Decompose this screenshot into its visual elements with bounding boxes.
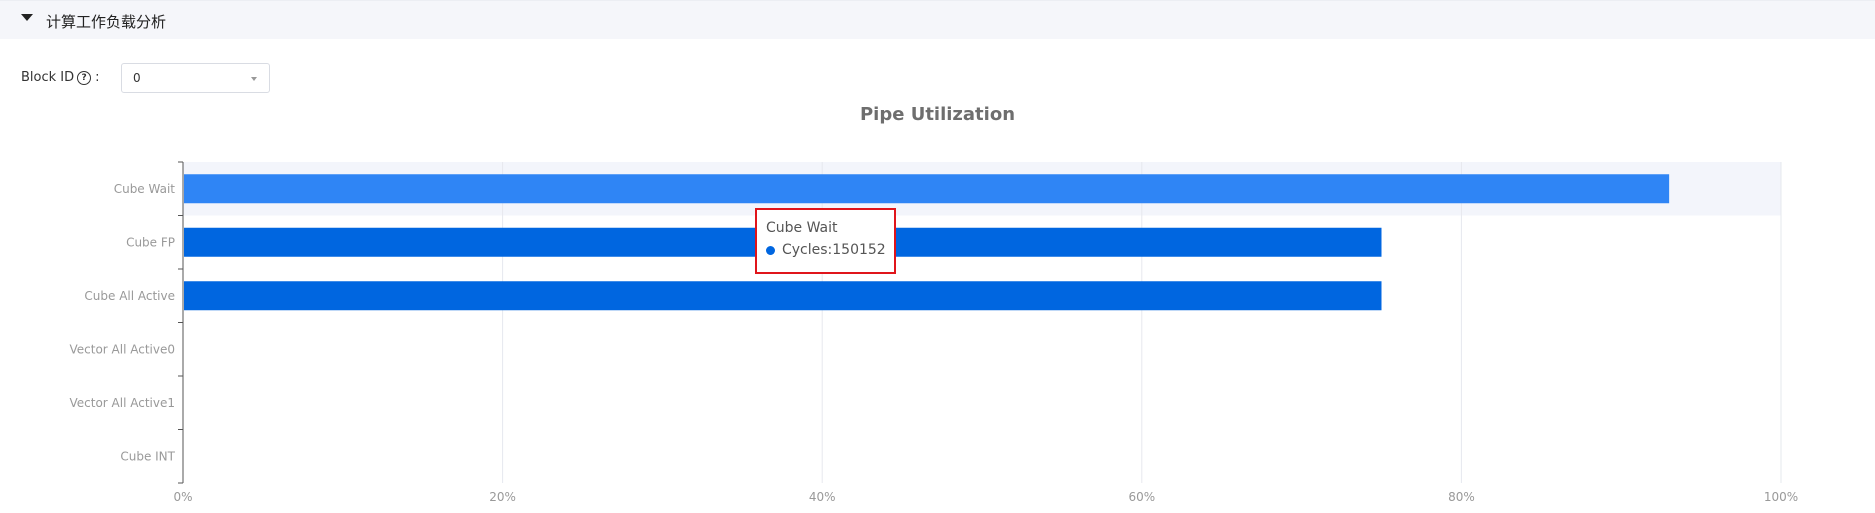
chart-tooltip: Cube Wait Cycles:150152 bbox=[755, 208, 896, 274]
tooltip-title: Cube Wait bbox=[766, 220, 838, 236]
x-tick-label: 60% bbox=[1128, 490, 1155, 504]
tooltip-value: Cycles:150152 bbox=[782, 242, 886, 258]
tooltip-row: Cycles:150152 bbox=[766, 242, 886, 258]
x-tick-label: 100% bbox=[1764, 490, 1798, 504]
y-category-label: Cube FP bbox=[126, 235, 175, 249]
x-tick-label: 80% bbox=[1448, 490, 1475, 504]
x-tick-label: 0% bbox=[173, 490, 192, 504]
tooltip-marker bbox=[766, 245, 775, 255]
pipe-utilization-chart: 0% 20% 40% 60% 80% 100% Cube Wait Cube FP Cube A… bbox=[70, 161, 1798, 504]
x-tick-label: 20% bbox=[489, 490, 516, 504]
bar bbox=[184, 174, 1670, 204]
y-category-label: Cube INT bbox=[120, 449, 175, 463]
y-category-label: Cube All Active bbox=[84, 289, 175, 303]
y-category-label: Vector All Active0 bbox=[70, 342, 176, 356]
bar bbox=[184, 281, 1382, 311]
y-category-label: Vector All Active1 bbox=[70, 396, 176, 410]
y-category-label: Cube Wait bbox=[114, 182, 176, 196]
x-tick-label: 40% bbox=[809, 490, 836, 504]
